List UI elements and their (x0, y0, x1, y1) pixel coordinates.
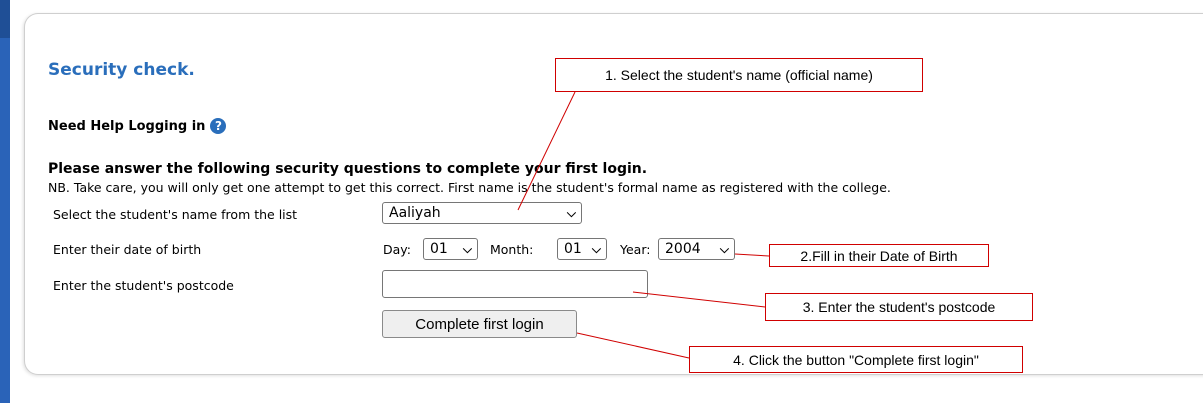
postcode-label: Enter the student's postcode (53, 278, 234, 293)
instruction-text: Please answer the following security que… (48, 161, 648, 177)
month-value: 01 (564, 241, 582, 257)
chevron-down-icon: ⌵ (591, 242, 601, 256)
day-value: 01 (430, 241, 448, 257)
page-title: Security check. (48, 60, 195, 80)
postcode-input[interactable] (382, 270, 648, 298)
page: Security check. Need Help Logging in ? P… (0, 0, 1203, 403)
year-select[interactable]: 2004 ⌵ (658, 238, 735, 260)
year-value: 2004 (665, 241, 701, 257)
month-label: Month: (490, 242, 534, 257)
left-accent-bar (0, 0, 10, 403)
year-label: Year: (620, 242, 651, 257)
callout-postcode: 3. Enter the student's postcode (765, 293, 1033, 321)
chevron-down-icon: ⌵ (719, 242, 729, 256)
warning-note: NB. Take care, you will only get one att… (48, 180, 891, 195)
month-select[interactable]: 01 ⌵ (557, 238, 607, 260)
left-accent-notch (0, 0, 10, 38)
callout-complete-button: 4. Click the button "Complete first logi… (689, 346, 1023, 373)
chevron-down-icon: ⌵ (566, 206, 576, 220)
help-text: Need Help Logging in (48, 118, 206, 134)
complete-first-login-button[interactable]: Complete first login (382, 310, 577, 338)
student-name-value: Aaliyah (389, 205, 441, 221)
day-label: Day: (383, 242, 411, 257)
chevron-down-icon: ⌵ (462, 242, 472, 256)
help-question-icon[interactable]: ? (210, 118, 227, 134)
callout-select-name: 1. Select the student's name (official n… (555, 58, 923, 92)
day-select[interactable]: 01 ⌵ (423, 238, 478, 260)
student-name-label: Select the student's name from the list (53, 207, 298, 222)
help-row: Need Help Logging in ? (48, 118, 227, 134)
callout-date-of-birth: 2.Fill in their Date of Birth (769, 244, 989, 267)
student-name-select[interactable]: Aaliyah ⌵ (382, 202, 582, 224)
dob-label: Enter their date of birth (53, 242, 202, 257)
